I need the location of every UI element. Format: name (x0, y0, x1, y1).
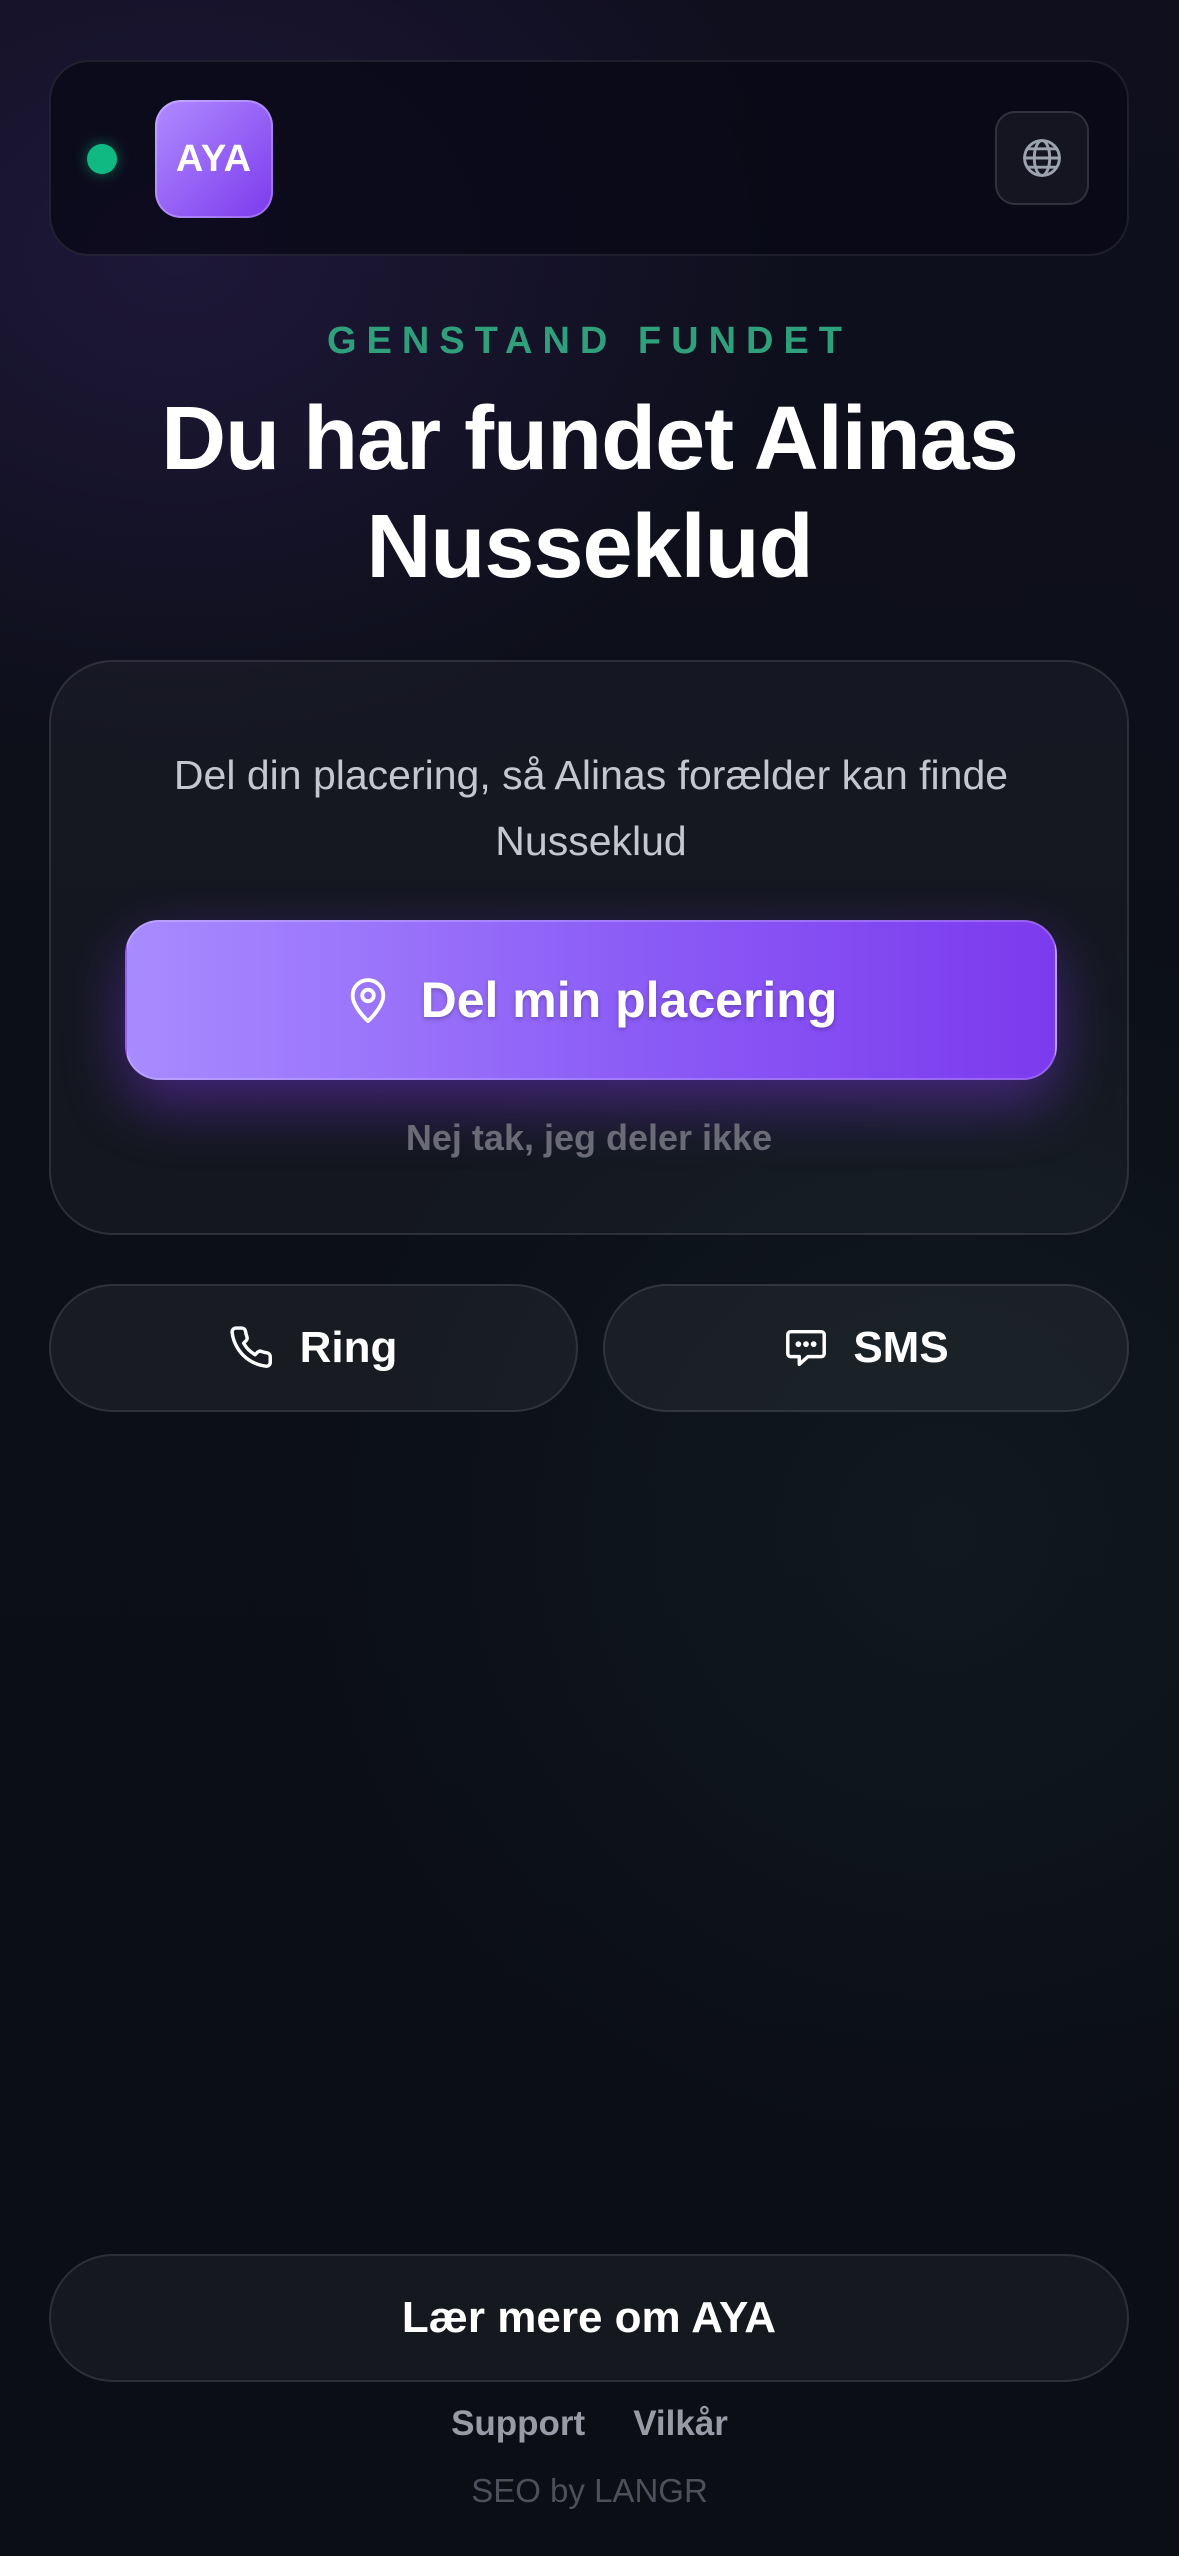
language-button[interactable] (995, 111, 1089, 205)
phone-icon (229, 1326, 272, 1368)
footer-links: Support Vilkår (0, 2404, 1179, 2444)
sms-button[interactable]: SMS (603, 1284, 1129, 1412)
call-label: Ring (299, 1323, 398, 1372)
share-location-button[interactable]: Del min placering (125, 920, 1057, 1080)
learn-more-button[interactable]: Lær mere om AYA (49, 2254, 1129, 2382)
globe-icon (1023, 139, 1061, 177)
page: AYA GENSTAND FUNDET Du har fundet Alinas… (0, 0, 1179, 2556)
share-location-label: Del min placering (420, 972, 838, 1028)
decline-share-link[interactable]: Nej tak, jeg deler ikke (51, 1117, 1127, 1159)
share-location-card: Del din placering, så Alinas forælder ka… (49, 660, 1129, 1235)
map-pin-icon (350, 978, 385, 1023)
page-title: Du har fundet Alinas Nusseklud (161, 389, 1019, 597)
chat-bubble-icon (786, 1329, 827, 1367)
terms-link[interactable]: Vilkår (633, 2404, 728, 2444)
aya-logo: AYA (155, 100, 273, 218)
status-indicator (87, 144, 117, 174)
share-description: Del din placering, så Alinas forælder ka… (173, 752, 1009, 864)
support-link[interactable]: Support (451, 2404, 585, 2444)
sms-label: SMS (853, 1323, 949, 1372)
footer-credit: SEO by LANGR (471, 2472, 708, 2509)
call-button[interactable]: Ring (49, 1284, 578, 1412)
header-bar: AYA (49, 60, 1129, 256)
status-eyebrow: GENSTAND FUNDET (326, 320, 853, 362)
